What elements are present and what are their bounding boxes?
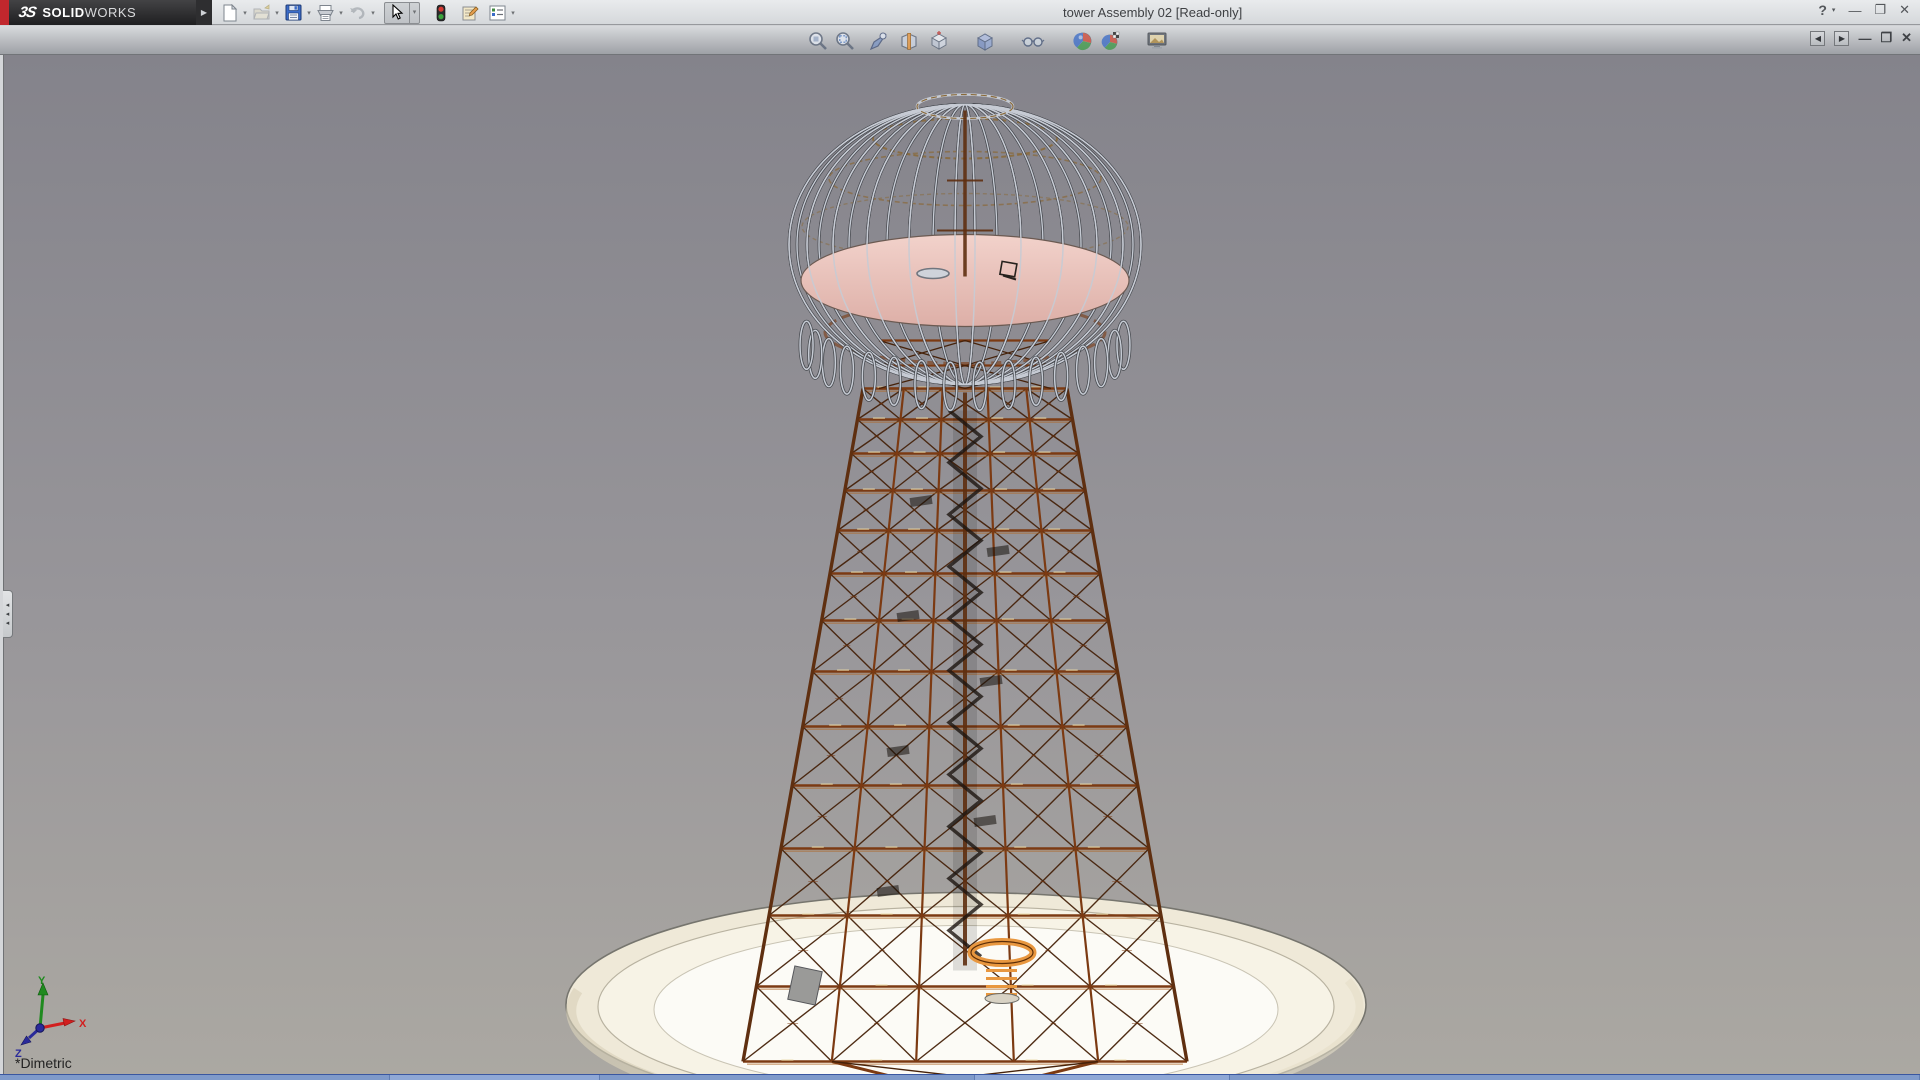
triad-x-label: X <box>79 1018 87 1030</box>
apply-scene-icon <box>1100 30 1122 52</box>
zoom-to-area-icon <box>834 30 856 52</box>
taskbar-segment[interactable] <box>390 1075 600 1080</box>
new-document-icon <box>221 4 238 22</box>
section-view-button[interactable] <box>897 29 921 53</box>
save-dropdown-caret[interactable]: ▾ <box>304 9 314 17</box>
options-checklist-icon <box>488 4 507 22</box>
zoom-to-area-button[interactable] <box>833 29 857 53</box>
collapse-arrow-icon: ◂ <box>6 620 10 627</box>
undo-button[interactable] <box>346 2 368 24</box>
options-dropdown-caret[interactable]: ▾ <box>508 9 518 17</box>
view-orientation-icon <box>928 30 950 52</box>
restore-button[interactable]: ❐ <box>1874 2 1886 18</box>
undo-arrow-icon <box>348 4 367 22</box>
document-window-controls: ◀ ▶ — ❐ ✕ <box>1810 30 1912 46</box>
select-cursor-icon <box>390 4 404 21</box>
previous-view-button[interactable] <box>865 29 889 53</box>
view-orientation-label: *Dimetric <box>15 1055 72 1071</box>
open-dropdown-caret[interactable]: ▾ <box>272 9 282 17</box>
section-view-icon <box>898 30 920 52</box>
view-tools <box>806 29 1169 53</box>
title-bar: 3S SOLID WORKS ▶ ▾ ▾ <box>0 0 1920 25</box>
help-dropdown-caret[interactable]: ▾ <box>1832 6 1836 14</box>
zoom-to-fit-icon <box>807 30 829 52</box>
collapse-arrow-icon: ◂ <box>6 611 10 618</box>
taskbar-segment[interactable] <box>600 1075 975 1080</box>
doc-restore-button[interactable]: ❐ <box>1880 30 1892 46</box>
select-button[interactable] <box>385 2 409 24</box>
display-style-button[interactable] <box>973 29 997 53</box>
hide-show-items-button[interactable] <box>1021 29 1045 53</box>
brand-name-light: WORKS <box>85 5 137 20</box>
edit-appearance-ball-icon <box>1072 30 1094 52</box>
help-button[interactable]: ? <box>1818 2 1827 18</box>
collapse-arrow-icon: ◂ <box>6 602 10 609</box>
print-icon <box>316 4 335 22</box>
graphics-viewport[interactable]: ◂ ◂ ◂ Y X Z *Dimetric <box>0 55 1920 1074</box>
taskbar-segment[interactable] <box>1230 1075 1920 1080</box>
apply-scene-button[interactable] <box>1099 29 1123 53</box>
select-tool: ▾ <box>384 2 420 24</box>
new-dropdown-caret[interactable]: ▾ <box>240 9 250 17</box>
zoom-to-fit-button[interactable] <box>806 29 830 53</box>
triad-y-label: Y <box>38 975 46 987</box>
solidworks-window: 3S SOLID WORKS ▶ ▾ ▾ <box>0 0 1920 1080</box>
undo-dropdown-caret[interactable]: ▾ <box>368 9 378 17</box>
save-floppy-icon <box>285 4 302 21</box>
brand-mark: 3S <box>17 4 37 21</box>
rebuild-button[interactable] <box>430 2 452 24</box>
view-settings-button[interactable] <box>1145 29 1169 53</box>
quick-access-toolbar: ▾ ▾ ▾ <box>170 1 518 24</box>
featuremanager-collapse-tab[interactable]: ◂ ◂ ◂ <box>3 590 13 638</box>
file-properties-button[interactable] <box>458 2 480 24</box>
view-settings-monitor-icon <box>1145 30 1169 52</box>
display-style-icon <box>974 30 996 52</box>
taskbar-edge-strip <box>0 1074 1920 1080</box>
options-button[interactable] <box>486 2 508 24</box>
view-orientation-button[interactable] <box>927 29 951 53</box>
print-button[interactable] <box>314 2 336 24</box>
new-document-button[interactable] <box>218 2 240 24</box>
file-properties-icon <box>460 4 479 22</box>
brand-name-bold: SOLID <box>42 5 84 20</box>
3d-model-canvas[interactable] <box>3 55 1920 1080</box>
print-dropdown-caret[interactable]: ▾ <box>336 9 346 17</box>
edit-appearance-button[interactable] <box>1071 29 1095 53</box>
doc-prev-window-button[interactable]: ◀ <box>1810 31 1825 46</box>
save-button[interactable] <box>282 2 304 24</box>
document-title: tower Assembly 02 [Read-only] <box>1063 5 1242 20</box>
hide-show-items-glasses-icon <box>1021 30 1045 52</box>
rebuild-traffic-light-icon <box>436 4 446 22</box>
select-dropdown-caret[interactable]: ▾ <box>409 3 419 23</box>
open-button[interactable] <box>250 2 272 24</box>
window-controls: ? ▾ — ❐ ✕ <box>1818 2 1910 18</box>
doc-minimize-button[interactable]: — <box>1858 31 1871 46</box>
taskbar-segment[interactable] <box>975 1075 1230 1080</box>
checker-flag <box>1113 32 1119 38</box>
open-folder-icon <box>252 4 271 22</box>
taskbar-segment[interactable] <box>0 1075 390 1080</box>
previous-view-icon <box>866 30 888 52</box>
close-button[interactable]: ✕ <box>1899 2 1910 18</box>
logo-red-accent <box>0 0 9 25</box>
heads-up-view-toolbar: ◀ ▶ — ❐ ✕ <box>0 26 1920 55</box>
minimize-button[interactable]: — <box>1848 3 1861 18</box>
doc-next-window-button[interactable]: ▶ <box>1834 31 1849 46</box>
doc-close-button[interactable]: ✕ <box>1901 30 1912 46</box>
